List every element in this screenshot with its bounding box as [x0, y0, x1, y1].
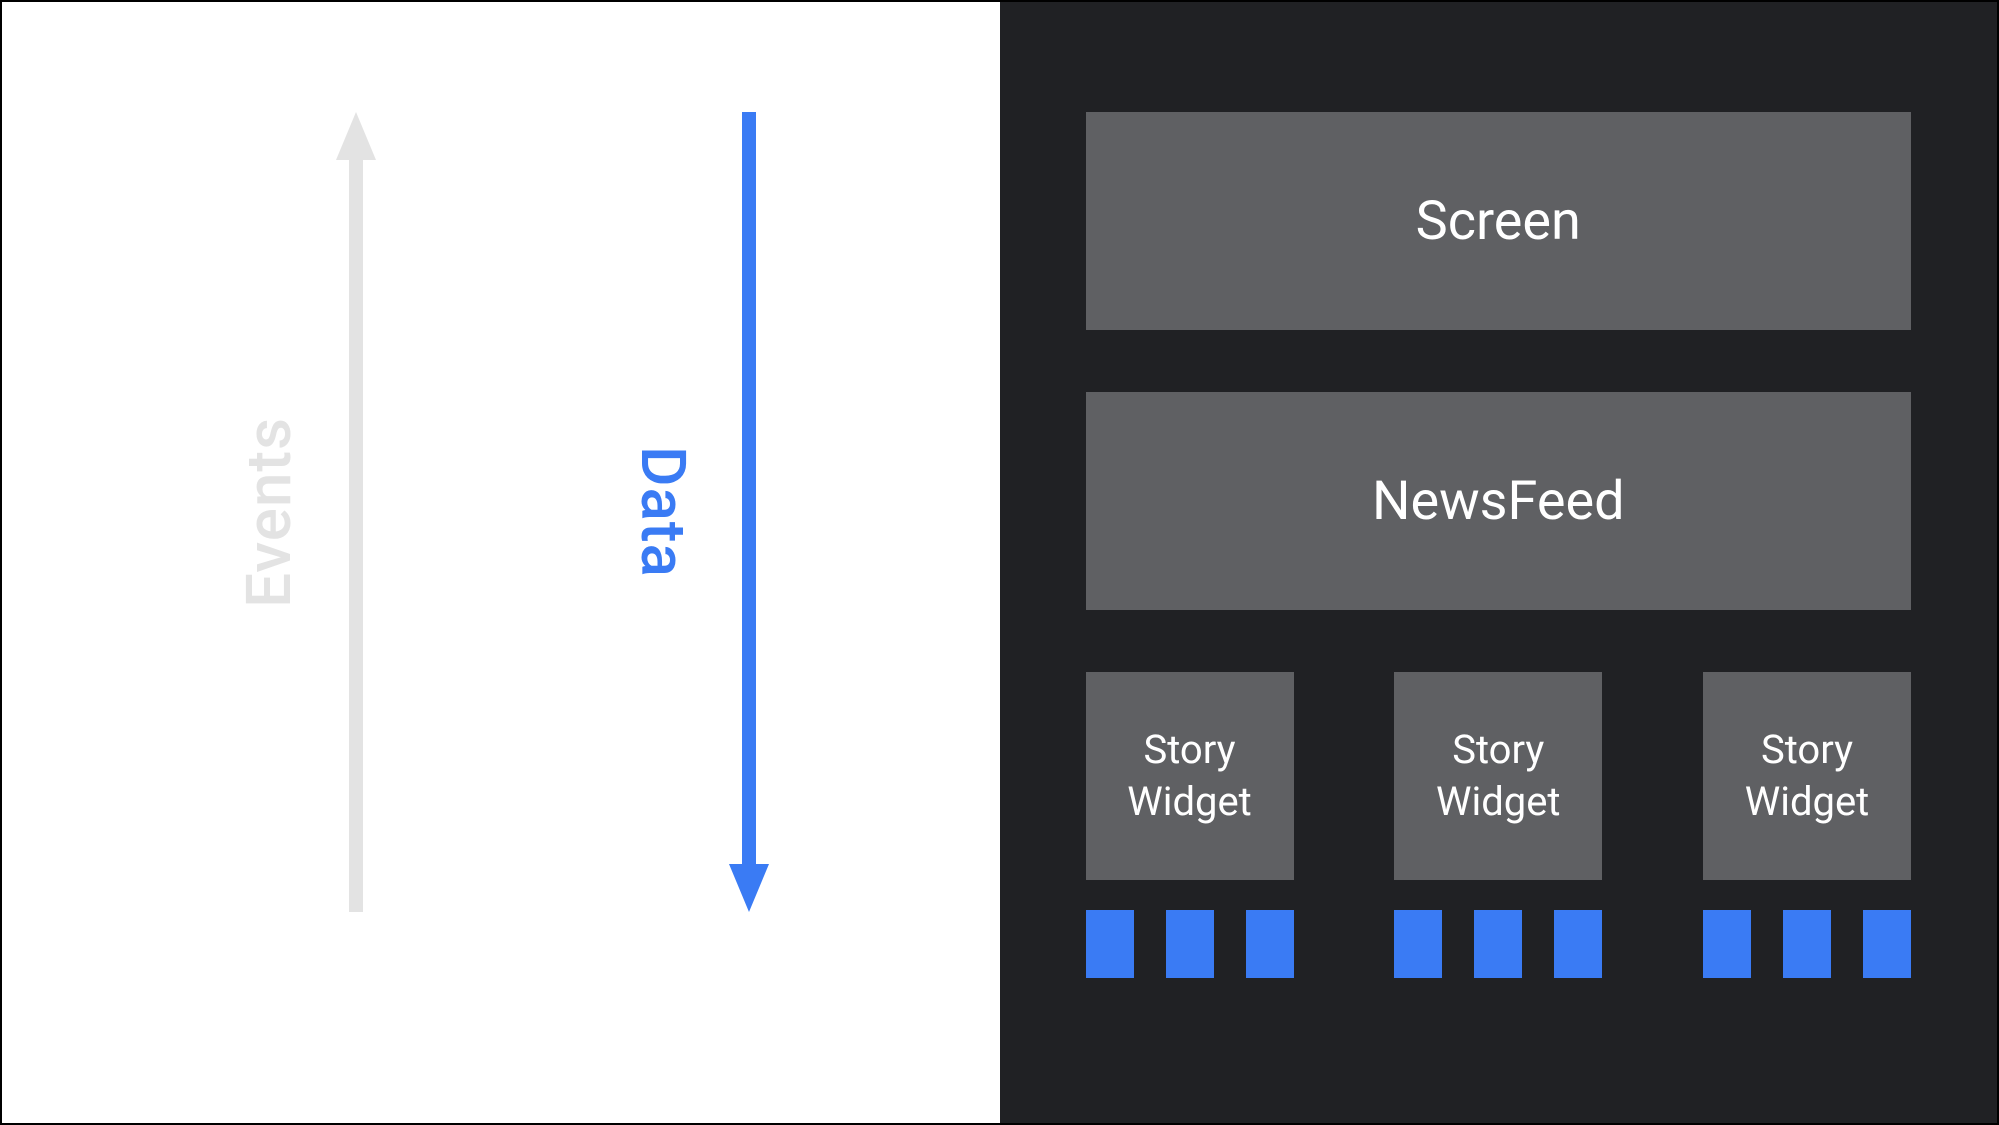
blue-group	[1394, 910, 1602, 978]
blue-block	[1703, 910, 1751, 978]
blue-block	[1554, 910, 1602, 978]
arrow-up-icon	[336, 112, 376, 912]
data-label: Data	[626, 446, 699, 578]
blue-block	[1086, 910, 1134, 978]
blue-group	[1086, 910, 1294, 978]
blue-block	[1166, 910, 1214, 978]
blue-block	[1783, 910, 1831, 978]
blue-block	[1394, 910, 1442, 978]
story-widget: Story Widget	[1703, 672, 1911, 880]
blue-block	[1474, 910, 1522, 978]
left-panel: Events Data	[2, 2, 1000, 1123]
story-widget: Story Widget	[1394, 672, 1602, 880]
newsfeed-box: NewsFeed	[1086, 392, 1912, 610]
data-arrow-block: Data	[626, 112, 769, 912]
blue-group	[1703, 910, 1911, 978]
story-widget: Story Widget	[1086, 672, 1294, 880]
right-panel: Screen NewsFeed Story Widget Story Widge…	[1000, 2, 1998, 1123]
screen-box: Screen	[1086, 112, 1912, 330]
story-row: Story Widget Story Widget Story Widget	[1086, 672, 1912, 880]
blue-block	[1863, 910, 1911, 978]
events-label: Events	[233, 417, 306, 608]
blue-block	[1246, 910, 1294, 978]
diagram-container: Events Data Screen NewsFeed Story Widget…	[0, 0, 1999, 1125]
arrow-down-icon	[729, 112, 769, 912]
events-arrow-block: Events	[233, 112, 376, 912]
blue-row	[1086, 910, 1912, 978]
